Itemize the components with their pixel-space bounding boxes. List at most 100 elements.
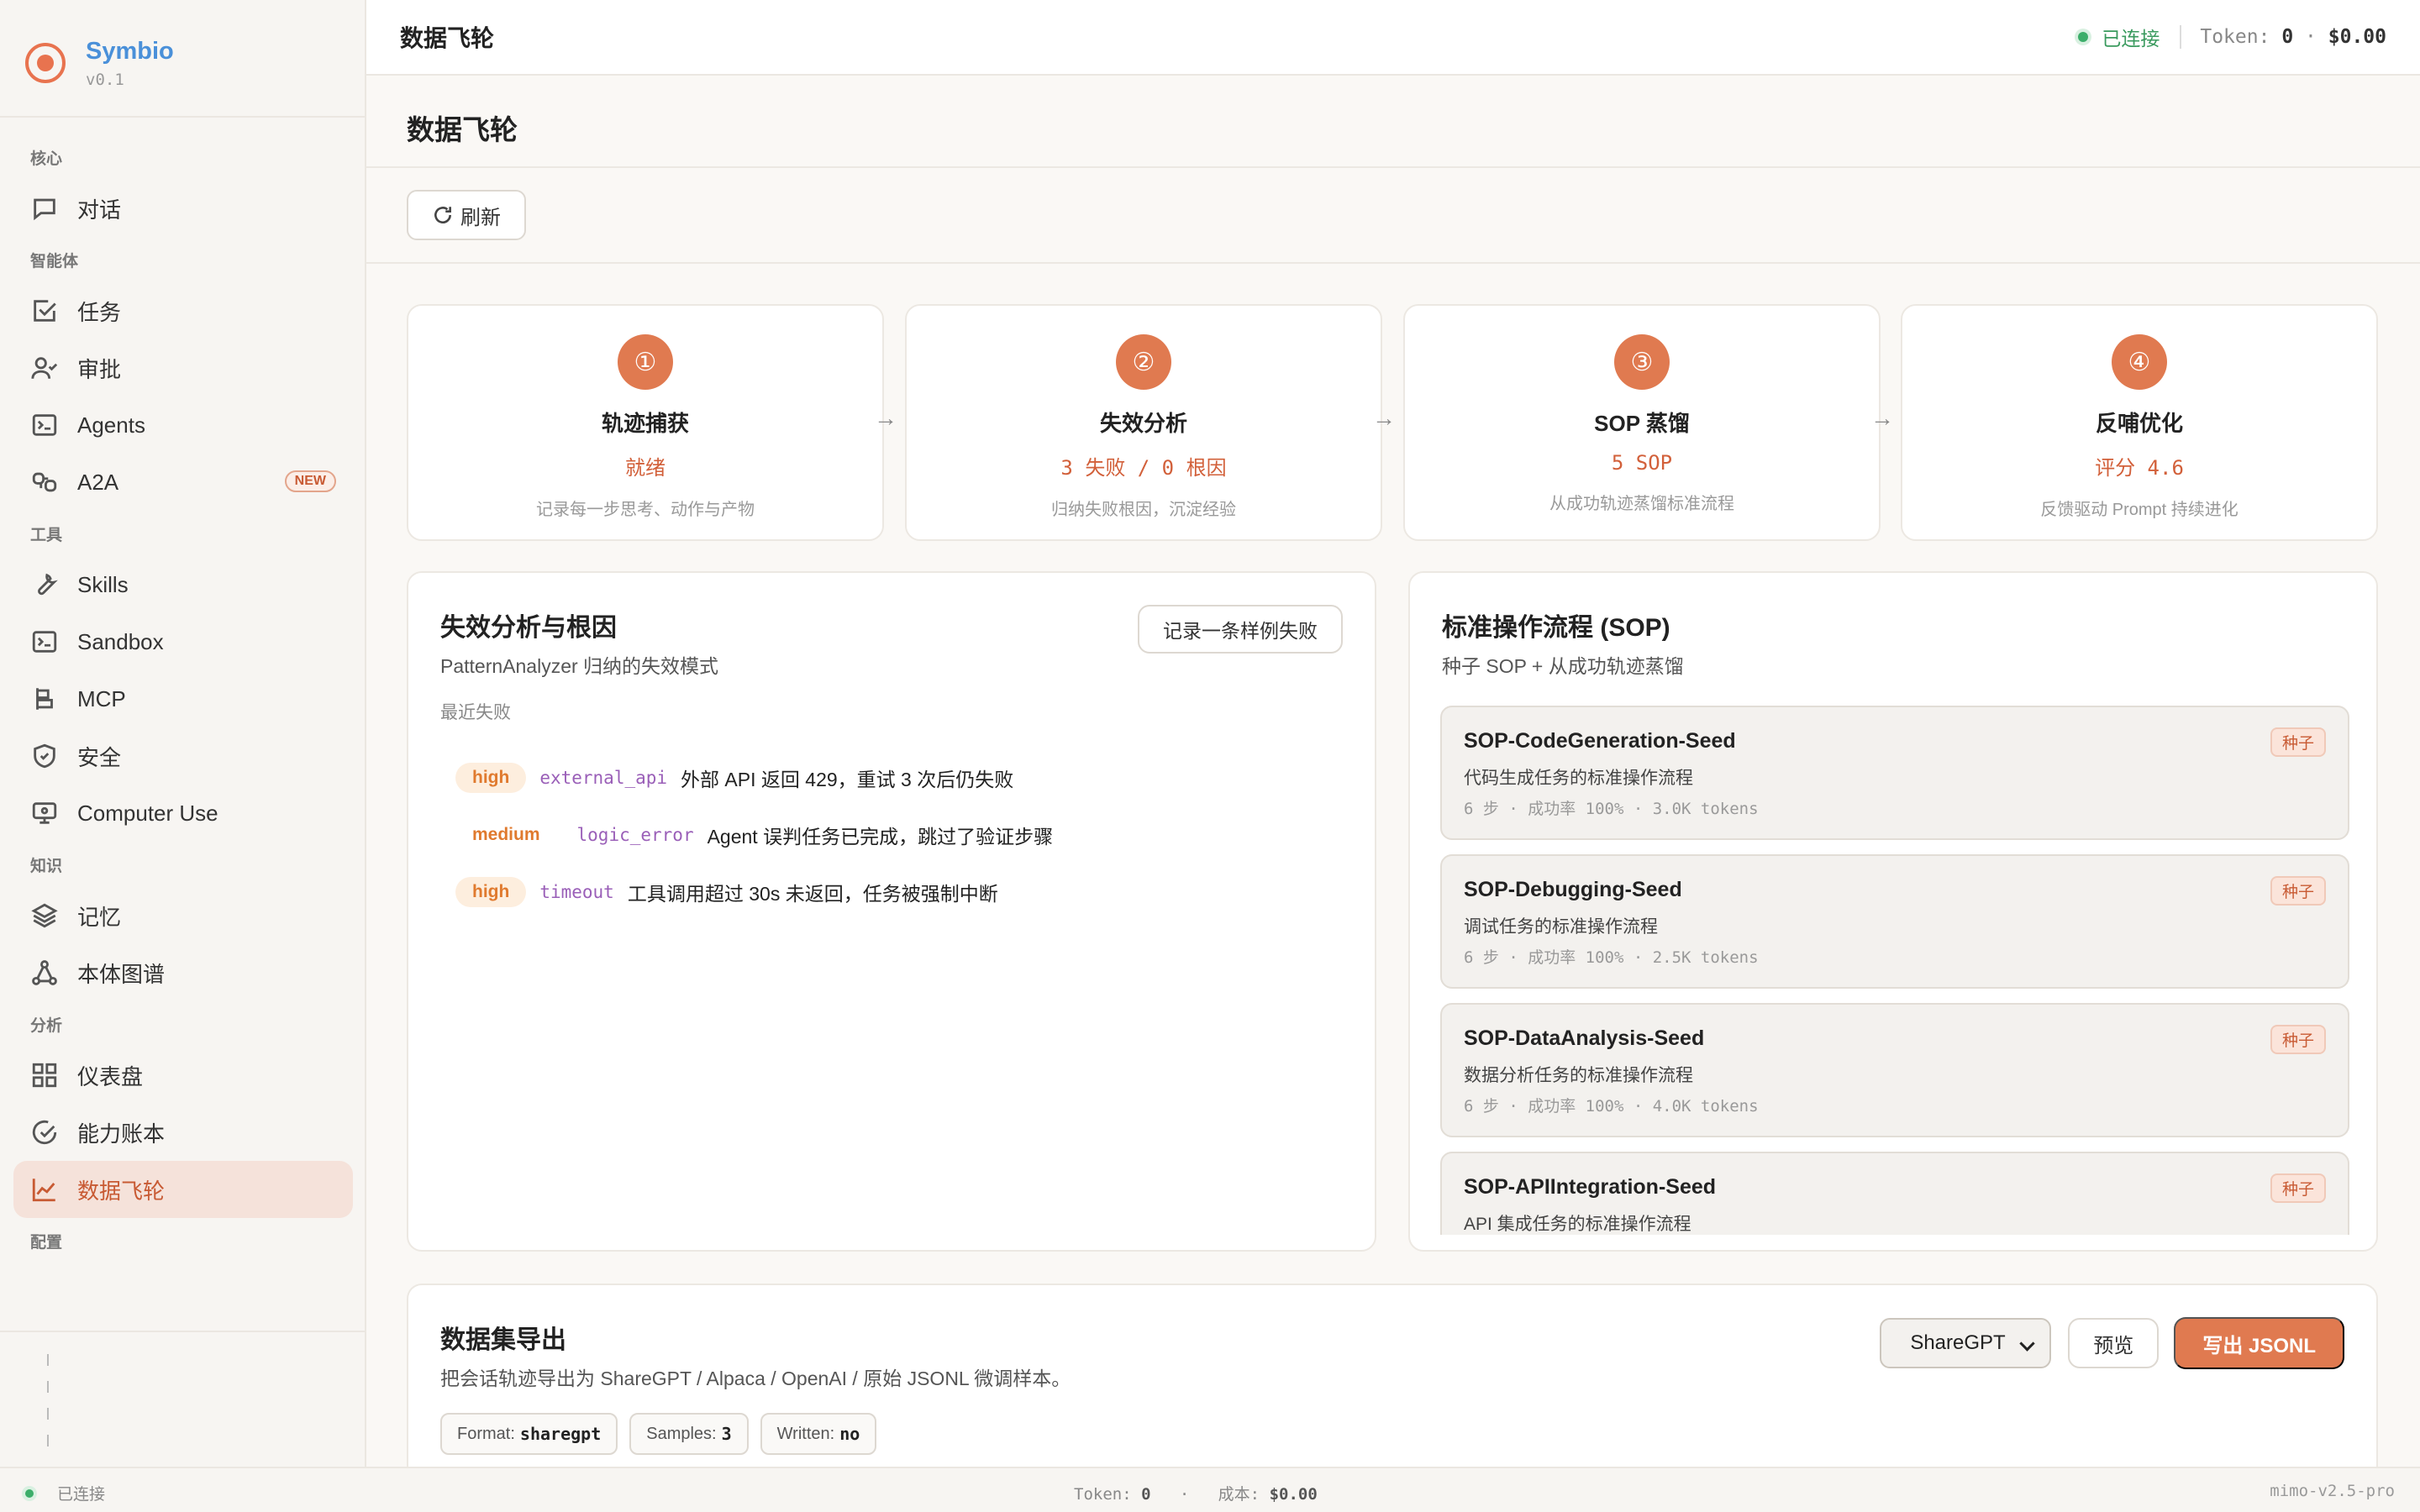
sidebar-item-ontology[interactable]: 本体图谱 xyxy=(13,944,353,1001)
sop-item[interactable]: SOP-DataAnalysis-Seed 数据分析任务的标准操作流程 6 步 … xyxy=(1440,1003,2349,1137)
sidebar-item-dashboard[interactable]: 仪表盘 xyxy=(13,1047,353,1104)
token-value: 0 xyxy=(1141,1485,1151,1504)
token-label: Token: xyxy=(2200,26,2270,48)
sidebar-item-label: 仪表盘 xyxy=(77,1063,144,1089)
wrench-icon xyxy=(30,570,59,599)
card-title: 数据集导出 xyxy=(440,1326,566,1354)
sop-meta: 6 步 · 成功率 100% · 2.5K tokens xyxy=(1464,948,1759,967)
refresh-icon xyxy=(434,207,451,224)
model-name: mimo-v2.5-pro xyxy=(2270,1482,2395,1500)
list-item[interactable]: high timeout 工具调用超过 30s 未返回，任务被强制中断 xyxy=(455,864,1053,921)
sidebar-item-label: 记忆 xyxy=(77,904,122,930)
dataset-export-card: 数据集导出 把会话轨迹导出为 ShareGPT / Alpaca / OpenA… xyxy=(407,1284,2378,1485)
recent-failures-label: 最近失败 xyxy=(440,703,511,722)
sidebar-item-computer-use[interactable]: Computer Use xyxy=(13,785,353,842)
refresh-button[interactable]: 刷新 xyxy=(407,190,526,240)
failure-category: logic_error xyxy=(576,825,694,845)
sidebar-item-skills[interactable]: Skills xyxy=(13,556,353,613)
format-select-value: ShareGPT xyxy=(1910,1331,2006,1354)
status-bar-usage: Token: 0 · 成本: $0.00 xyxy=(1074,1482,1318,1504)
sidebar: Symbio v0.1 核心 对话 智能体 任务 审批 Agents A2A N… xyxy=(0,0,366,1467)
user-check-icon xyxy=(30,354,59,382)
seed-badge: 种子 xyxy=(2270,1173,2326,1203)
new-badge: NEW xyxy=(284,470,336,492)
sidebar-item-label: Skills xyxy=(77,571,129,597)
topbar: 数据飞轮 已连接 Token: 0 · $0.00 xyxy=(366,0,2420,76)
step-status: 5 SOP xyxy=(1611,451,1673,475)
format-chip: Format: sharegpt xyxy=(440,1413,618,1455)
format-select[interactable]: ShareGPT xyxy=(1880,1318,2052,1368)
shield-icon xyxy=(30,742,59,770)
sidebar-item-capability-ledger[interactable]: 能力账本 xyxy=(13,1104,353,1161)
topbar-title: 数据飞轮 xyxy=(400,25,495,51)
sop-item[interactable]: SOP-CodeGeneration-Seed 代码生成任务的标准操作流程 6 … xyxy=(1440,706,2349,840)
sop-item[interactable]: SOP-Debugging-Seed 调试任务的标准操作流程 6 步 · 成功率… xyxy=(1440,854,2349,989)
scroll-tick xyxy=(47,1435,49,1446)
arrow-icon: → xyxy=(1372,405,1396,431)
network-icon xyxy=(30,468,59,496)
sidebar-item-mcp[interactable]: MCP xyxy=(13,670,353,727)
sop-meta: 6 步 · 成功率 100% · 3.0K tokens xyxy=(1464,800,1759,818)
sidebar-item-data-flywheel[interactable]: 数据飞轮 xyxy=(13,1161,353,1218)
failure-list: high external_api 外部 API 返回 429，重试 3 次后仍… xyxy=(455,749,1053,921)
card-subtitle: 把会话轨迹导出为 ShareGPT / Alpaca / OpenAI / 原始… xyxy=(440,1368,1071,1389)
sidebar-item-tasks[interactable]: 任务 xyxy=(13,282,353,339)
export-controls: ShareGPT 预览 写出 JSONL xyxy=(1880,1317,2344,1369)
nav-section-knowledge: 知识 xyxy=(30,858,63,875)
step-title: 失效分析 xyxy=(1099,411,1187,436)
sop-description: 代码生成任务的标准操作流程 xyxy=(1464,769,1693,788)
connection-label: 已连接 xyxy=(2102,28,2160,50)
seed-badge: 种子 xyxy=(2270,727,2326,757)
step-card-feedback: ④ 反哺优化 评分 4.6 反馈驱动 Prompt 持续进化 xyxy=(1901,304,2378,541)
chip-value: no xyxy=(839,1424,860,1444)
failure-category: external_api xyxy=(539,768,668,788)
preview-button[interactable]: 预览 xyxy=(2068,1318,2160,1368)
step-title: 轨迹捕获 xyxy=(601,411,689,436)
sidebar-nav: 核心 对话 智能体 任务 审批 Agents A2A NEW 工具 Skills xyxy=(13,134,353,1263)
card-subtitle: 种子 SOP + 从成功轨迹蒸馏 xyxy=(1442,655,1684,677)
graph-icon xyxy=(30,958,59,987)
status-bar: 已连接 Token: 0 · 成本: $0.00 mimo-v2.5-pro xyxy=(0,1467,2420,1512)
step-card-capture: ① 轨迹捕获 就绪 记录每一步思考、动作与产物 xyxy=(407,304,884,541)
monitor-icon xyxy=(30,799,59,827)
sidebar-item-memory[interactable]: 记忆 xyxy=(13,887,353,944)
terminal-icon xyxy=(30,411,59,439)
card-title: 标准操作流程 (SOP) xyxy=(1442,614,1670,642)
step-card-failure-analysis: ② 失效分析 3 失败 / 0 根因 归纳失败根因，沉淀经验 xyxy=(905,304,1382,541)
step-description: 从成功轨迹蒸馏标准流程 xyxy=(1549,495,1734,513)
sop-item[interactable]: SOP-APIIntegration-Seed API 集成任务的标准操作流程 … xyxy=(1440,1152,2349,1235)
gauge-icon xyxy=(30,1118,59,1147)
list-item[interactable]: medium logic_error Agent 误判任务已完成，跳过了验证步骤 xyxy=(455,806,1053,864)
card-subtitle: PatternAnalyzer 归纳的失效模式 xyxy=(440,655,719,677)
export-jsonl-button[interactable]: 写出 JSONL xyxy=(2174,1317,2344,1369)
chart-line-icon xyxy=(30,1175,59,1204)
sidebar-item-label: 本体图谱 xyxy=(77,961,166,987)
connection-status: 已连接 Token: 0 · $0.00 xyxy=(2078,23,2386,51)
sidebar-item-security[interactable]: 安全 xyxy=(13,727,353,785)
list-item[interactable]: high external_api 外部 API 返回 429，重试 3 次后仍… xyxy=(455,749,1053,806)
divider xyxy=(0,116,365,118)
brand[interactable]: Symbio v0.1 xyxy=(25,34,174,92)
step-status: 评分 4.6 xyxy=(2095,456,2184,480)
token-usage: Token: 0 · $0.00 xyxy=(2200,26,2386,48)
step-title: 反哺优化 xyxy=(2095,411,2183,436)
status-dot-icon xyxy=(2078,32,2089,42)
flywheel-steps: ① 轨迹捕获 就绪 记录每一步思考、动作与产物 → ② 失效分析 3 失败 / … xyxy=(407,304,2378,541)
sidebar-item-a2a[interactable]: A2A NEW xyxy=(13,454,353,511)
failure-analysis-card: 失效分析与根因 PatternAnalyzer 归纳的失效模式 记录一条样例失败… xyxy=(407,571,1376,1252)
sop-list[interactable]: SOP-CodeGeneration-Seed 代码生成任务的标准操作流程 6 … xyxy=(1440,706,2349,1235)
chip-label: Format: xyxy=(457,1424,515,1443)
record-sample-failure-button[interactable]: 记录一条样例失败 xyxy=(1138,605,1343,654)
cost-label: 成本: xyxy=(1218,1485,1260,1504)
sidebar-item-agents[interactable]: Agents xyxy=(13,396,353,454)
page-header: 数据飞轮 xyxy=(366,77,2420,168)
step-status: 3 失败 / 0 根因 xyxy=(1060,456,1227,480)
failure-message: 工具调用超过 30s 未返回，任务被强制中断 xyxy=(627,883,998,905)
sop-card: 标准操作流程 (SOP) 种子 SOP + 从成功轨迹蒸馏 SOP-CodeGe… xyxy=(1408,571,2378,1252)
sidebar-item-chat[interactable]: 对话 xyxy=(13,180,353,237)
sidebar-item-approvals[interactable]: 审批 xyxy=(13,339,353,396)
status-text: 已连接 xyxy=(57,1486,106,1504)
sidebar-item-sandbox[interactable]: Sandbox xyxy=(13,613,353,670)
sidebar-item-label: 任务 xyxy=(77,299,122,325)
sidebar-item-label: Sandbox xyxy=(77,628,164,654)
